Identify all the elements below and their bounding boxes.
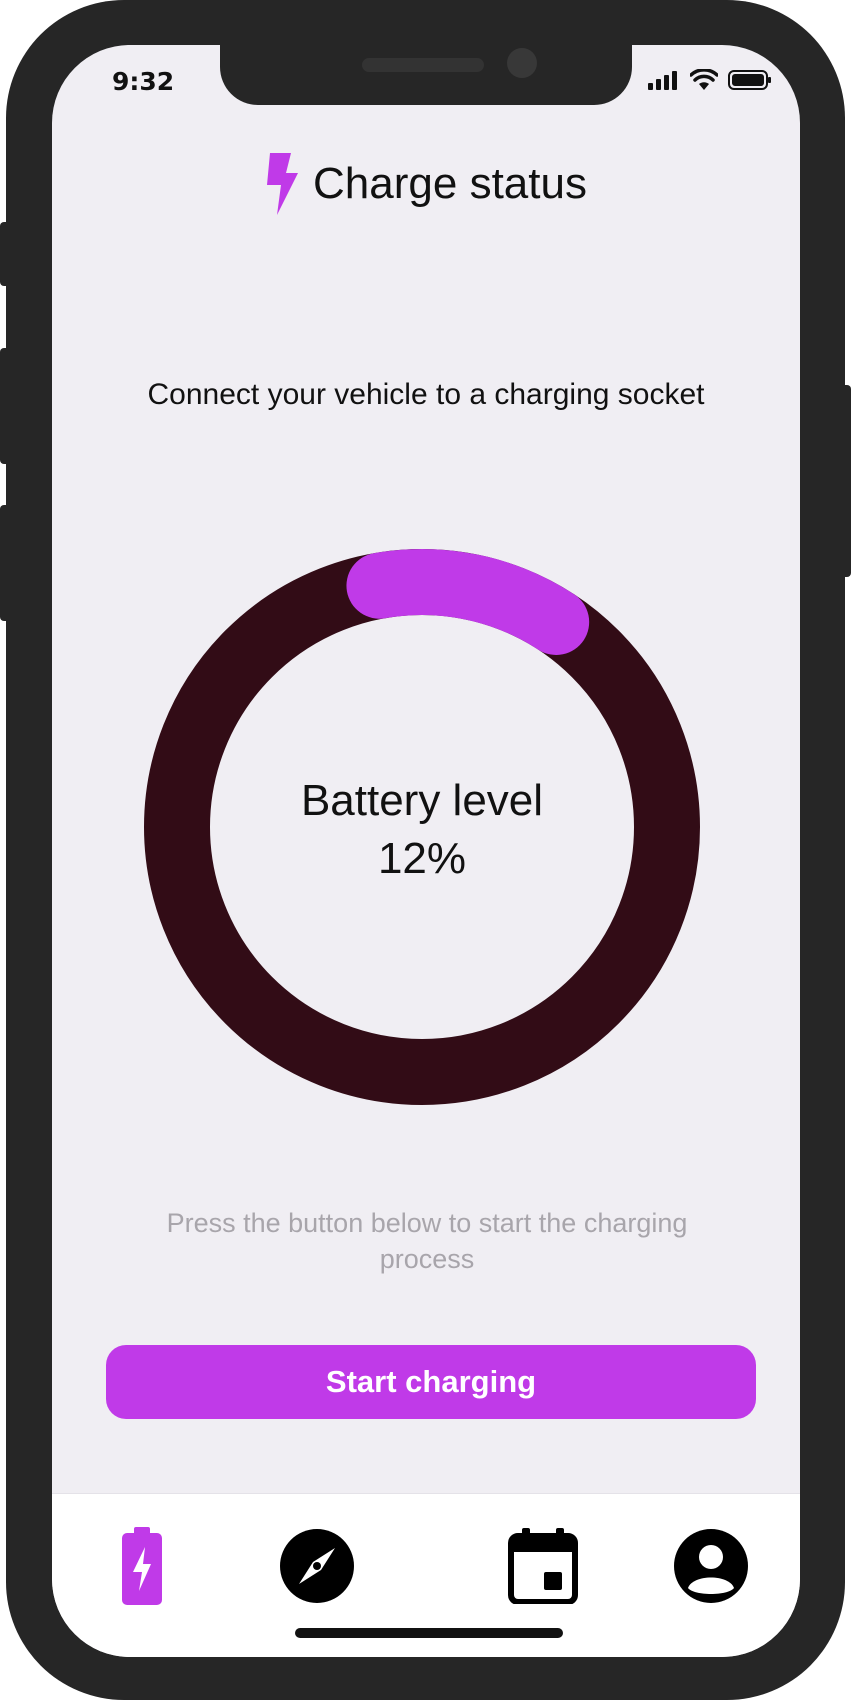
- tab-profile[interactable]: [671, 1526, 751, 1606]
- lightning-bolt-icon: [267, 153, 299, 215]
- app-screen: 9:32 Charge status Connect your vehicle …: [52, 45, 800, 1657]
- notch: [220, 45, 632, 105]
- battery-level-value: 12%: [377, 834, 467, 883]
- connect-instruction: Connect your vehicle to a charging socke…: [147, 378, 705, 411]
- battery-charging-icon: [122, 1527, 162, 1605]
- start-charging-button[interactable]: Start charging: [106, 1345, 756, 1419]
- calendar-icon: [508, 1528, 578, 1604]
- compass-icon: [280, 1529, 354, 1603]
- battery-readout: Battery level 12%: [142, 772, 702, 888]
- tab-calendar[interactable]: [503, 1526, 583, 1606]
- signal-icon: [648, 71, 677, 90]
- account-circle-icon: [674, 1529, 748, 1603]
- tab-charge[interactable]: [102, 1526, 182, 1606]
- screen-header: Charge status: [52, 153, 800, 215]
- front-camera: [507, 48, 537, 78]
- status-time: 9:32: [112, 67, 175, 96]
- home-indicator[interactable]: [295, 1628, 563, 1638]
- wifi-icon: [690, 69, 718, 90]
- page-title: Charge status: [313, 159, 587, 208]
- status-icons: [648, 69, 772, 91]
- tab-explore[interactable]: [277, 1526, 357, 1606]
- charging-hint: Press the button below to start the char…: [166, 1208, 688, 1274]
- battery-icon: [728, 70, 771, 90]
- phone-frame: 9:32 Charge status Connect your vehicle …: [6, 0, 845, 1700]
- battery-level-label: Battery level: [300, 776, 544, 825]
- speaker-grille: [362, 58, 484, 72]
